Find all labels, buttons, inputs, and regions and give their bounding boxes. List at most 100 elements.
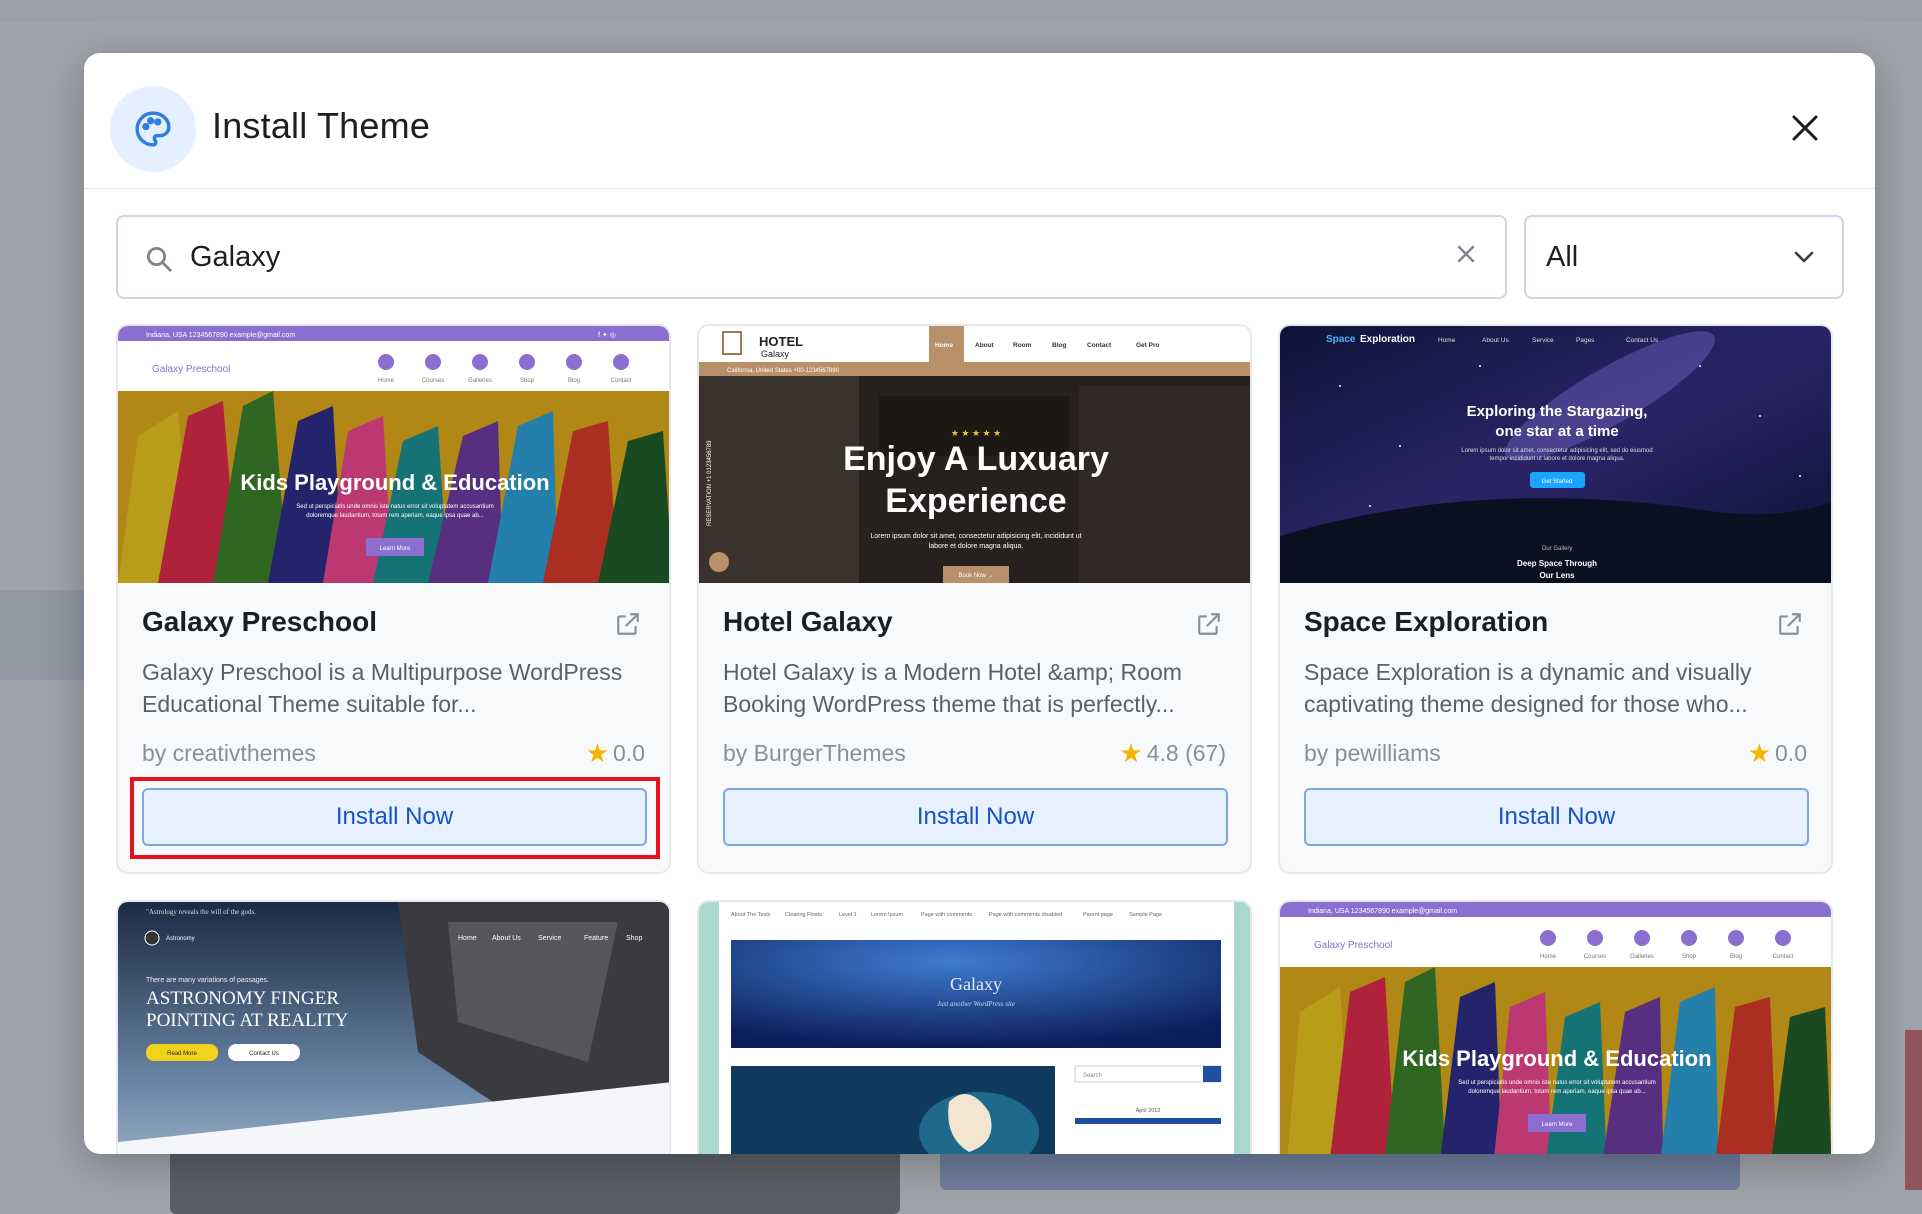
preview-quote: "Astrology reveals the will of the gods. [146,908,256,916]
svg-text:Sed ut perspiciatis unde omnis: Sed ut perspiciatis unde omnis iste natu… [1458,1080,1655,1086]
external-link-icon[interactable] [1196,611,1222,641]
external-link-icon[interactable] [615,611,641,641]
theme-card-galaxy-preschool: Indiana, USA 1234567890 example@gmail.co… [116,324,671,874]
theme-preview[interactable]: Indiana, USA 1234567890 example@gmail.co… [1280,902,1831,1154]
preview-nav-3: Shop [1682,954,1697,960]
theme-title: Galaxy Preschool [142,606,378,637]
preview-brand: Galaxy Preschool [1314,940,1392,951]
theme-rating: ★ 0.0 [586,738,645,769]
svg-text:tempor incididunt ut labore et: tempor incididunt ut labore et dolore ma… [1489,456,1624,462]
preview-search: Search [1083,1073,1102,1079]
install-now-button[interactable]: Install Now [1304,788,1809,846]
preview-nav-4: Blog [568,378,580,384]
theme-description: Galaxy Preschool is a Multipurpose WordP… [142,659,623,717]
preview-nav-4: Contact Us [1626,337,1659,344]
preview-nav-2: Service [538,935,561,942]
preview-cta: Learn More [380,546,411,552]
search-box [116,215,1507,299]
preview-nav-1: About Us [492,935,521,942]
theme-card-galaxy-preschool-2: Indiana, USA 1234567890 example@gmail.co… [1278,900,1833,1154]
preview-kicker: There are many variations of passages. [146,977,269,984]
theme-author: by pewilliams [1304,740,1441,766]
theme-preview[interactable]: Space Exploration Home About Us Service … [1280,326,1831,583]
theme-preview[interactable]: About The Tests Clearing Floats Level 1 … [699,902,1250,1154]
preview-topnav-1: Clearing Floats [785,912,822,918]
preview-topbar: California, United States +00-1234567890 [727,368,840,374]
theme-author: by creativthemes [142,740,316,766]
preview-topnav-3: Lorem Ipsum [871,912,904,918]
preview-nav-0: Home [1540,954,1557,960]
theme-description: Space Exploration is a dynamic and visua… [1304,659,1752,717]
svg-text:Lorem ipsum dolor sit amet, co: Lorem ipsum dolor sit amet, consectetur … [870,533,1081,540]
svg-text:Lorem ipsum dolor sit amet, co: Lorem ipsum dolor sit amet, consectetur … [1461,448,1652,454]
preview-topbar: Indiana, USA 1234567890 example@gmail.co… [1308,908,1457,915]
preview-cta-secondary: Contact Us [249,1051,279,1057]
preview-nav-5: Contact [611,378,632,384]
preview-nav-4: Contact [1087,342,1112,349]
preview-nav-1: About [975,342,995,349]
search-icon [144,244,174,278]
preview-topnav-0: About The Tests [731,912,771,918]
svg-text:Experience: Experience [885,482,1066,520]
theme-card-galaxy: About The Tests Clearing Floats Level 1 … [697,900,1252,1154]
preview-sub: Just another WordPress site [937,1000,1015,1008]
preview-nav-2: Room [1013,342,1032,349]
svg-text:ASTRONOMY FINGER: ASTRONOMY FINGER [146,988,339,1009]
theme-preview[interactable]: Indiana, USA 1234567890 example@gmail.co… [118,326,669,583]
preview-nav-5: Contact [1773,954,1794,960]
preview-nav-2: Service [1532,337,1554,344]
theme-rating: ★ 4.8 (67) [1119,738,1226,769]
star-icon: ★ [1119,738,1143,768]
preview-cta: Get Started [1542,479,1573,485]
preview-nav-3: Shop [520,378,535,384]
preview-headline: Kids Playground & Education [1402,1046,1711,1071]
preview-nav-1: Courses [422,378,444,384]
preview-brand: Galaxy Preschool [152,364,230,375]
preview-headline: Galaxy [950,974,1002,994]
rating-value: 4.8 (67) [1146,740,1226,766]
svg-text:f ✦ ◎: f ✦ ◎ [598,331,616,339]
svg-text:labore et dolore magna aliqua.: labore et dolore magna aliqua. [929,543,1024,550]
theme-preview[interactable]: HOTEL Galaxy Home About Room Blog Contac… [699,326,1250,583]
preview-headline: Kids Playground & Education [240,470,549,495]
close-icon[interactable] [1785,108,1825,148]
svg-text:Sed ut perspiciatis unde omnis: Sed ut perspiciatis unde omnis iste natu… [296,504,493,510]
install-theme-modal: Install Theme All [84,53,1875,1154]
theme-preview[interactable]: "Astrology reveals the will of the gods.… [118,902,669,1154]
theme-card-hotel-galaxy: HOTEL Galaxy Home About Room Blog Contac… [697,324,1252,874]
preview-nav-4: Shop [626,935,642,942]
search-input[interactable] [190,237,1390,277]
rating-value: 0.0 [1775,740,1807,766]
palette-icon [110,86,196,172]
preview-topnav-2: Level 1 [839,912,857,918]
svg-text:Our Lens: Our Lens [1539,571,1575,580]
theme-grid: Indiana, USA 1234567890 example@gmail.co… [116,324,1846,1154]
filter-selected-value: All [1546,241,1579,273]
modal-title: Install Theme [212,105,431,146]
svg-text:Exploring the Stargazing,: Exploring the Stargazing, [1467,403,1648,420]
preview-brand-sub: Galaxy [761,349,790,359]
svg-text:one star at a time: one star at a time [1495,423,1618,440]
clear-search-icon[interactable] [1453,241,1479,271]
install-now-button[interactable]: Install Now [142,788,647,846]
preview-topnav-7: Sample Page [1129,912,1162,918]
svg-text:doloremque laudantium, totam r: doloremque laudantium, totam rem aperiam… [1468,1089,1646,1095]
theme-filter-select[interactable]: All [1524,215,1844,299]
theme-description: Hotel Galaxy is a Modern Hotel &amp; Roo… [723,659,1182,717]
external-link-icon[interactable] [1777,611,1803,641]
preview-side: RESERVATION +1 0123456789 [707,440,713,526]
chevron-down-icon [1792,249,1816,269]
preview-calendar: April 2012 [1136,1108,1161,1114]
preview-nav-1: Courses [1584,954,1606,960]
theme-card-space-exploration: Space Exploration Home About Us Service … [1278,324,1833,874]
preview-nav-3: Pages [1576,337,1595,344]
preview-nav-0: Home [1438,337,1456,344]
preview-brand-b: Exploration [1360,334,1415,345]
preview-nav-3: Feature [584,935,608,942]
theme-title: Hotel Galaxy [723,606,893,637]
preview-nav-0: Home [458,935,477,942]
preview-topnav-4: Page with comments [921,912,972,918]
preview-nav-1: About Us [1482,337,1509,344]
install-now-button[interactable]: Install Now [723,788,1228,846]
preview-brand: HOTEL [759,334,803,349]
